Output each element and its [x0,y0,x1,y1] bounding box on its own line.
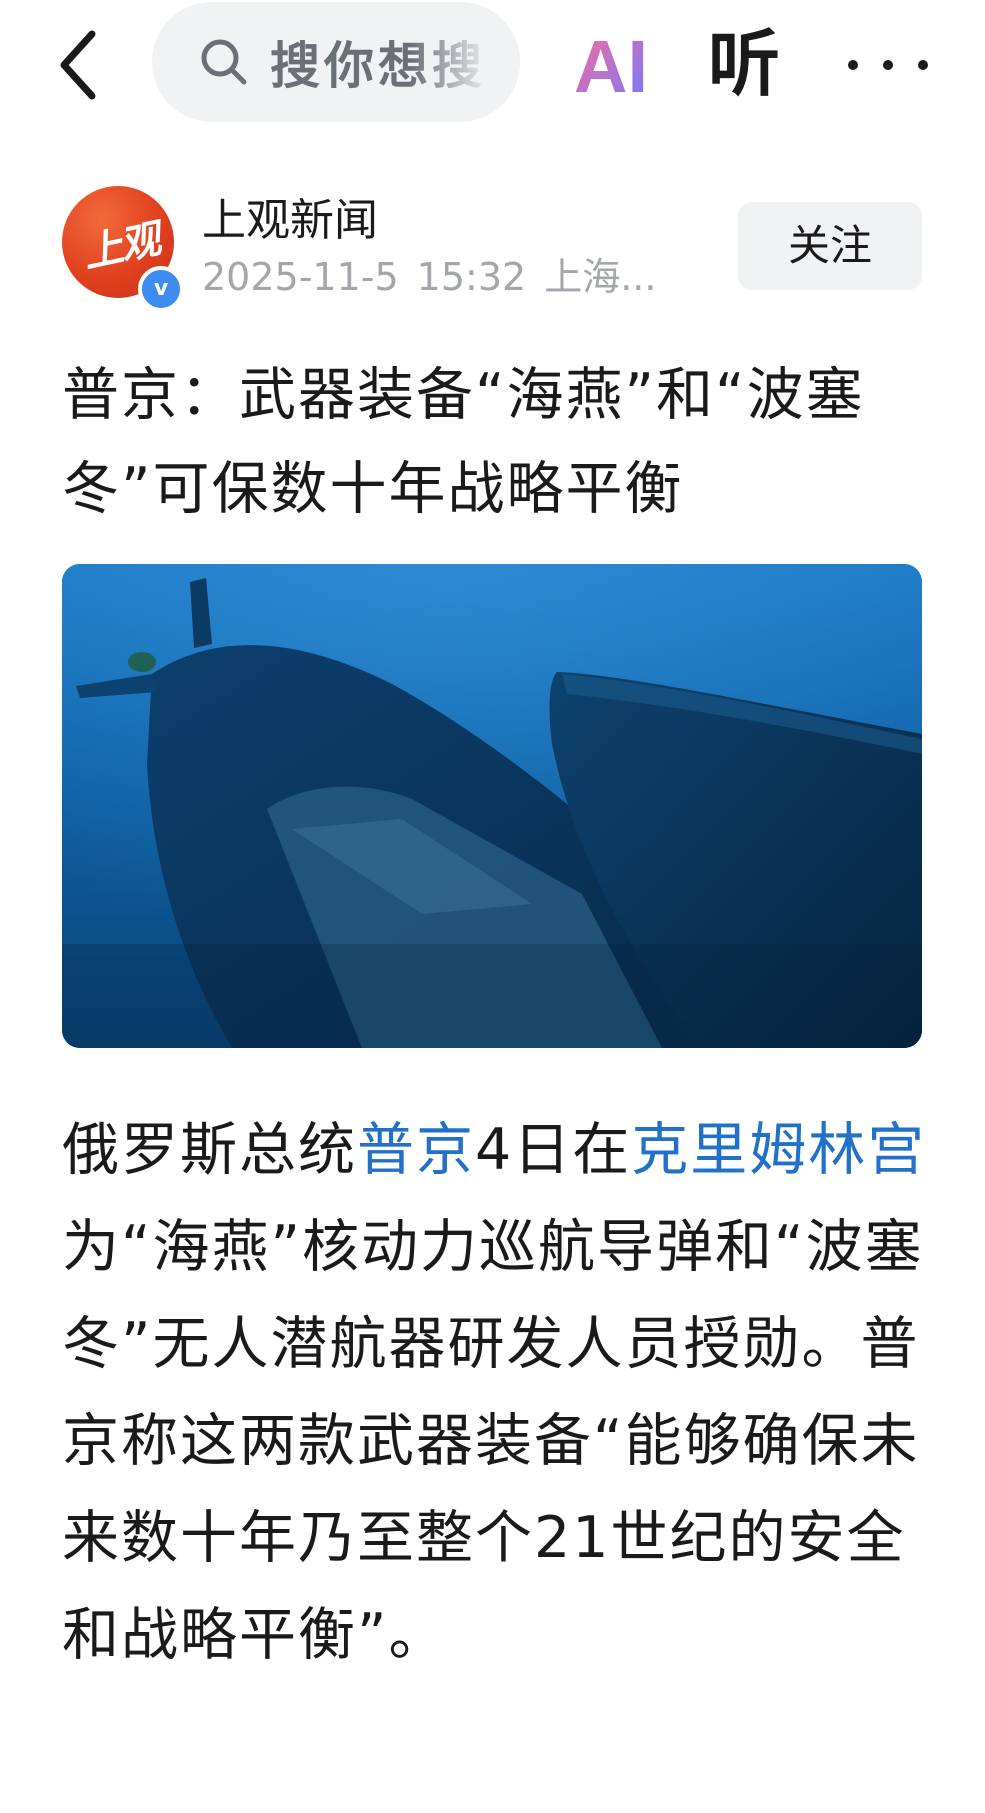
more-button[interactable] [848,30,928,100]
entity-link-kremlin[interactable]: 克里姆林宫 [631,1117,926,1183]
body-text-segment: 俄罗斯总统 [62,1117,357,1183]
submarine-photo-illustration [62,564,922,1048]
back-button[interactable] [48,26,108,104]
body-text-segment: 为“海燕”核动力巡航导弹和“波塞冬”无人潜航器研发人员授勋。普京称这两款武器装备… [62,1214,924,1668]
article-body: 俄罗斯总统普京4日在克里姆林宫为“海燕”核动力巡航导弹和“波塞冬”无人潜航器研发… [62,1102,932,1684]
post-meta: 2025-11-5 15:32 上海... [202,246,656,301]
entity-link-putin[interactable]: 普京 [357,1117,475,1183]
more-dot [918,60,928,70]
search-icon [196,34,252,90]
article-headline: 普京：武器装备“海燕”和“波塞冬”可保数十年战略平衡 [62,362,865,522]
ai-icon: AI [574,25,648,106]
follow-button[interactable]: 关注 [738,202,922,290]
avatar[interactable]: 上观 v [62,186,184,312]
author-row: 上观 v 上观新闻 2025-11-5 15:32 上海... 关注 [0,180,985,312]
verified-badge-icon: v [138,266,184,312]
listen-button[interactable]: 听 [708,18,780,110]
author-name[interactable]: 上观新闻 [202,184,378,248]
article-photo[interactable] [62,564,922,1048]
post-location: 上海... [544,255,657,299]
ai-label: AI [574,25,648,106]
body-text-segment: 4日在 [475,1117,632,1183]
search-input[interactable]: 搜你想搜 [152,2,520,122]
chevron-left-icon [60,30,96,100]
post-date: 2025-11-5 [202,255,399,299]
more-dot [883,60,893,70]
post-time: 15:32 [416,255,527,299]
top-bar: 搜你想搜 AI 听 [0,0,985,130]
more-dot [848,60,858,70]
ai-button[interactable]: AI [572,22,656,106]
